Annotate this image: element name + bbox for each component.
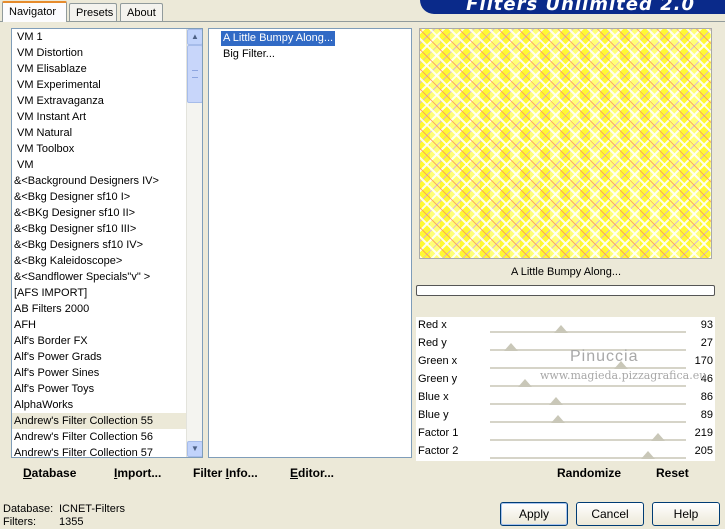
filters-count: 1355 xyxy=(59,516,84,528)
tab-navigator[interactable]: Navigator xyxy=(2,1,67,22)
category-item[interactable]: &<Background Designers IV> xyxy=(12,173,188,189)
category-item[interactable]: VM 1 xyxy=(12,29,188,45)
slider-value: 170 xyxy=(694,355,713,367)
slider-row: Blue x 86 xyxy=(416,389,715,407)
tab-about[interactable]: About xyxy=(120,3,163,22)
scroll-down-icon[interactable]: ▼ xyxy=(187,441,202,457)
slider-label: Red y xyxy=(418,337,447,349)
slider-value: 205 xyxy=(694,445,713,457)
reset-button[interactable]: Reset xyxy=(656,466,689,480)
slider-thumb[interactable] xyxy=(549,397,564,405)
database-value: ICNET-Filters xyxy=(59,503,125,515)
slider-value: 93 xyxy=(700,319,713,331)
category-list[interactable]: VM 1 VM Distortion VM Elisablaze VM Experim… xyxy=(11,28,203,458)
category-item[interactable]: AlphaWorks xyxy=(12,397,188,413)
category-item[interactable]: VM Instant Art xyxy=(12,109,188,125)
category-item[interactable]: VM Experimental xyxy=(12,77,188,93)
filter-info-button[interactable]: Filter Info... xyxy=(193,466,258,480)
parameter-sliders: Red x 93 Red y 27 Green x 170 Green y 46 Blue x8… xyxy=(416,317,715,461)
slider-track[interactable] xyxy=(490,421,686,423)
apply-button[interactable]: Apply xyxy=(500,502,568,526)
scroll-up-icon[interactable]: ▲ xyxy=(187,29,202,45)
slider-track[interactable] xyxy=(490,457,686,459)
slider-label: Blue x xyxy=(418,391,449,403)
category-item[interactable]: Andrew's Filter Collection 56 xyxy=(12,429,188,445)
category-item[interactable]: Alf's Power Grads xyxy=(12,349,188,365)
category-item[interactable]: &<BKg Designer sf10 II> xyxy=(12,205,188,221)
slider-thumb[interactable] xyxy=(551,415,566,423)
category-item[interactable]: &<Bkg Designer sf10 I> xyxy=(12,189,188,205)
slider-label: Red x xyxy=(418,319,447,331)
category-item[interactable]: &<Bkg Designer sf10 III> xyxy=(12,221,188,237)
editor-button[interactable]: Editor... xyxy=(290,466,334,480)
category-item[interactable]: Alf's Power Toys xyxy=(12,381,188,397)
import-button[interactable]: Import... xyxy=(114,466,161,480)
slider-label: Green y xyxy=(418,373,458,385)
slider-row: Blue y 89 xyxy=(416,407,715,425)
slider-row: Red y 27 xyxy=(416,335,715,353)
slider-track[interactable] xyxy=(490,331,686,333)
category-item[interactable]: Alf's Border FX xyxy=(12,333,188,349)
filter-item[interactable]: Big Filter... xyxy=(221,47,277,62)
slider-value: 27 xyxy=(700,337,713,349)
help-button[interactable]: Help xyxy=(652,502,720,526)
filter-list[interactable]: A Little Bumpy Along... Big Filter... xyxy=(208,28,412,458)
slider-label: Factor 2 xyxy=(418,445,459,457)
category-item[interactable]: VM Extravaganza xyxy=(12,93,188,109)
category-item[interactable]: AB Filters 2000 xyxy=(12,301,188,317)
category-item[interactable]: Andrew's Filter Collection 55 xyxy=(12,413,188,429)
filter-item[interactable]: A Little Bumpy Along... xyxy=(219,30,337,47)
category-items: VM 1 VM Distortion VM Elisablaze VM Experim… xyxy=(12,29,188,457)
tab-presets[interactable]: Presets xyxy=(69,3,117,22)
watermark-name: Pinuccia xyxy=(570,348,639,365)
app-banner: Filters Unlimited 2.0 xyxy=(420,0,725,14)
slider-thumb[interactable] xyxy=(651,433,666,441)
category-item[interactable]: VM Distortion xyxy=(12,45,188,61)
cancel-button[interactable]: Cancel xyxy=(576,502,644,526)
slider-thumb[interactable] xyxy=(503,343,518,351)
slider-row: Red x 93 xyxy=(416,317,715,335)
category-item[interactable]: VM xyxy=(12,157,188,173)
category-item[interactable]: VM Toolbox xyxy=(12,141,188,157)
slider-value: 86 xyxy=(700,391,713,403)
category-item[interactable]: VM Natural xyxy=(12,125,188,141)
right-button-bar: Randomize Reset xyxy=(416,461,715,486)
scroll-thumb[interactable] xyxy=(187,45,202,103)
category-item[interactable]: &<Bkg Designers sf10 IV> xyxy=(12,237,188,253)
randomize-button[interactable]: Randomize xyxy=(557,466,621,480)
slider-row: Factor 1 219 xyxy=(416,425,715,443)
preview-image xyxy=(419,28,712,259)
filters-label: Filters: xyxy=(3,516,36,528)
database-button[interactable]: Database xyxy=(23,466,76,480)
category-item[interactable]: &<Bkg Kaleidoscope> xyxy=(12,253,188,269)
slider-value: 219 xyxy=(694,427,713,439)
slider-row: Factor 2 205 xyxy=(416,443,715,461)
database-label: Database: xyxy=(3,503,54,515)
category-item[interactable]: &<Sandflower Specials"v" > xyxy=(12,269,188,285)
category-item[interactable]: VM Elisablaze xyxy=(12,61,188,77)
preview-filter-name: A Little Bumpy Along... xyxy=(510,266,622,278)
app-title: Filters Unlimited 2.0 xyxy=(466,0,695,14)
status-info: Database: ICNET-Filters Filters: 1355 xyxy=(3,503,125,529)
watermark-url: www.magieda.pizzagrafica.eu xyxy=(540,369,707,382)
left-button-bar: Database Import... Filter Info... Editor… xyxy=(8,461,411,486)
category-item[interactable]: Alf's Power Sines xyxy=(12,365,188,381)
tab-strip: Navigator Presets About xyxy=(0,0,420,22)
category-item[interactable]: Andrew's Filter Collection 57 xyxy=(12,445,188,457)
slider-label: Blue y xyxy=(418,409,449,421)
slider-label: Factor 1 xyxy=(418,427,459,439)
slider-label: Green x xyxy=(418,355,458,367)
slider-value: 89 xyxy=(700,409,713,421)
slider-thumb[interactable] xyxy=(640,451,655,459)
slider-thumb[interactable] xyxy=(518,379,533,387)
progress-bar xyxy=(416,285,715,296)
slider-thumb[interactable] xyxy=(554,325,569,333)
slider-track[interactable] xyxy=(490,403,686,405)
category-scrollbar[interactable]: ▲ ▼ xyxy=(186,29,202,457)
category-item[interactable]: [AFS IMPORT] xyxy=(12,285,188,301)
grip-icon xyxy=(192,70,198,78)
category-item[interactable]: AFH xyxy=(12,317,188,333)
